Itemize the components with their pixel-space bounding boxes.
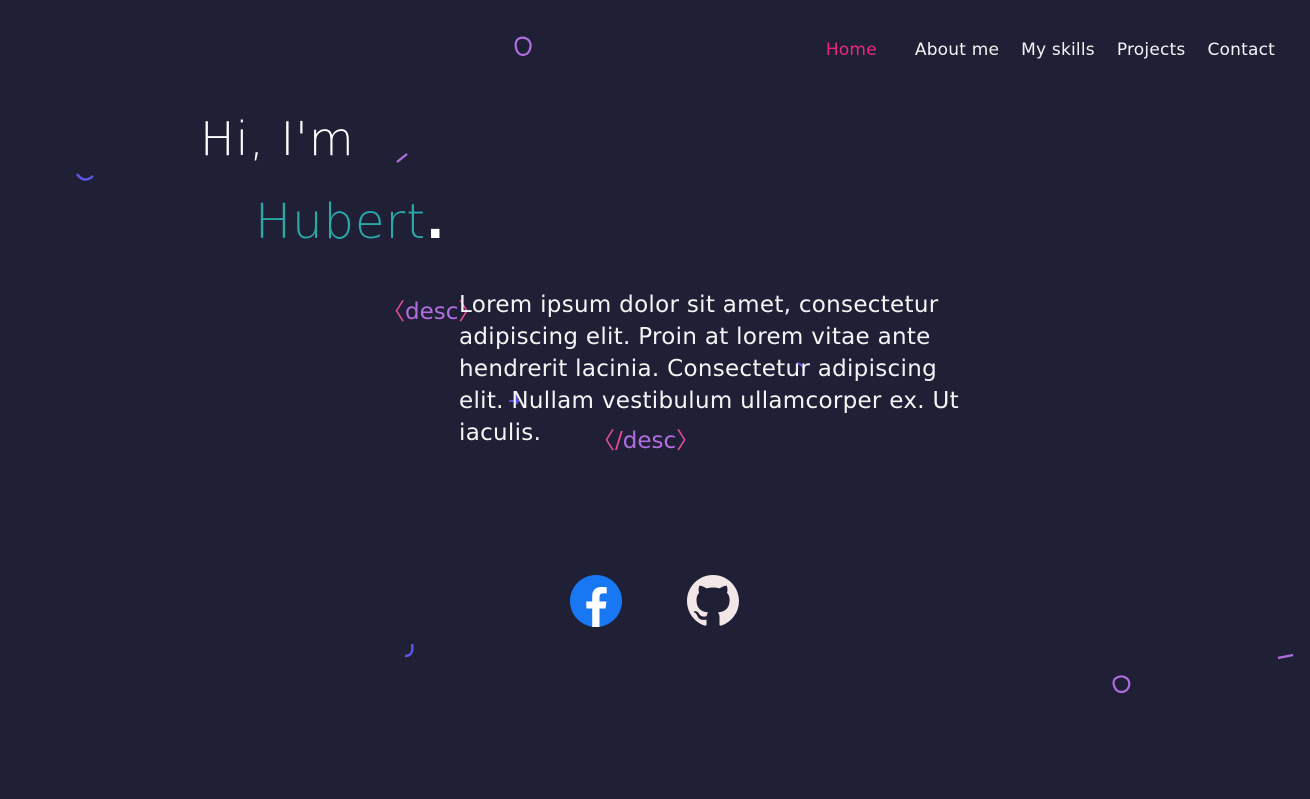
page: Home About me My skills Projects Contact… <box>0 0 1310 799</box>
close-tag-left-bracket: 〈/ <box>592 428 623 454</box>
hero-name-line: Hubert. <box>255 194 445 250</box>
decor-dash-right <box>1277 653 1294 660</box>
nav-item-my-skills[interactable]: My skills <box>1021 40 1095 60</box>
hero-greeting: Hi, I'm <box>200 112 355 166</box>
description-text: Lorem ipsum dolor sit amet, consectetur … <box>459 292 959 446</box>
main-nav: Home About me My skills Projects Contact <box>826 40 1275 60</box>
desc-close-tag: 〈/desc〉 <box>592 421 699 455</box>
decor-arc-left <box>76 173 94 181</box>
hero-name-dot: . <box>426 194 446 250</box>
open-tag-left-bracket: 〈 <box>382 299 405 325</box>
social-links <box>570 575 739 627</box>
open-tag-name: desc <box>405 299 459 325</box>
nav-item-home[interactable]: Home <box>826 40 877 60</box>
github-icon[interactable] <box>687 575 739 627</box>
decor-hook-bottom <box>404 643 414 658</box>
decor-circle-top <box>514 36 532 56</box>
close-tag-right-bracket: 〉 <box>676 428 700 454</box>
decor-circle-bottom <box>1112 675 1131 693</box>
close-tag-name: desc <box>622 428 677 454</box>
nav-item-about-me[interactable]: About me <box>915 40 999 60</box>
hero-name: Hubert <box>255 194 427 250</box>
facebook-icon[interactable] <box>570 575 622 627</box>
decor-dash-hi <box>396 153 408 163</box>
nav-item-contact[interactable]: Contact <box>1207 40 1275 60</box>
nav-item-projects[interactable]: Projects <box>1117 40 1186 60</box>
